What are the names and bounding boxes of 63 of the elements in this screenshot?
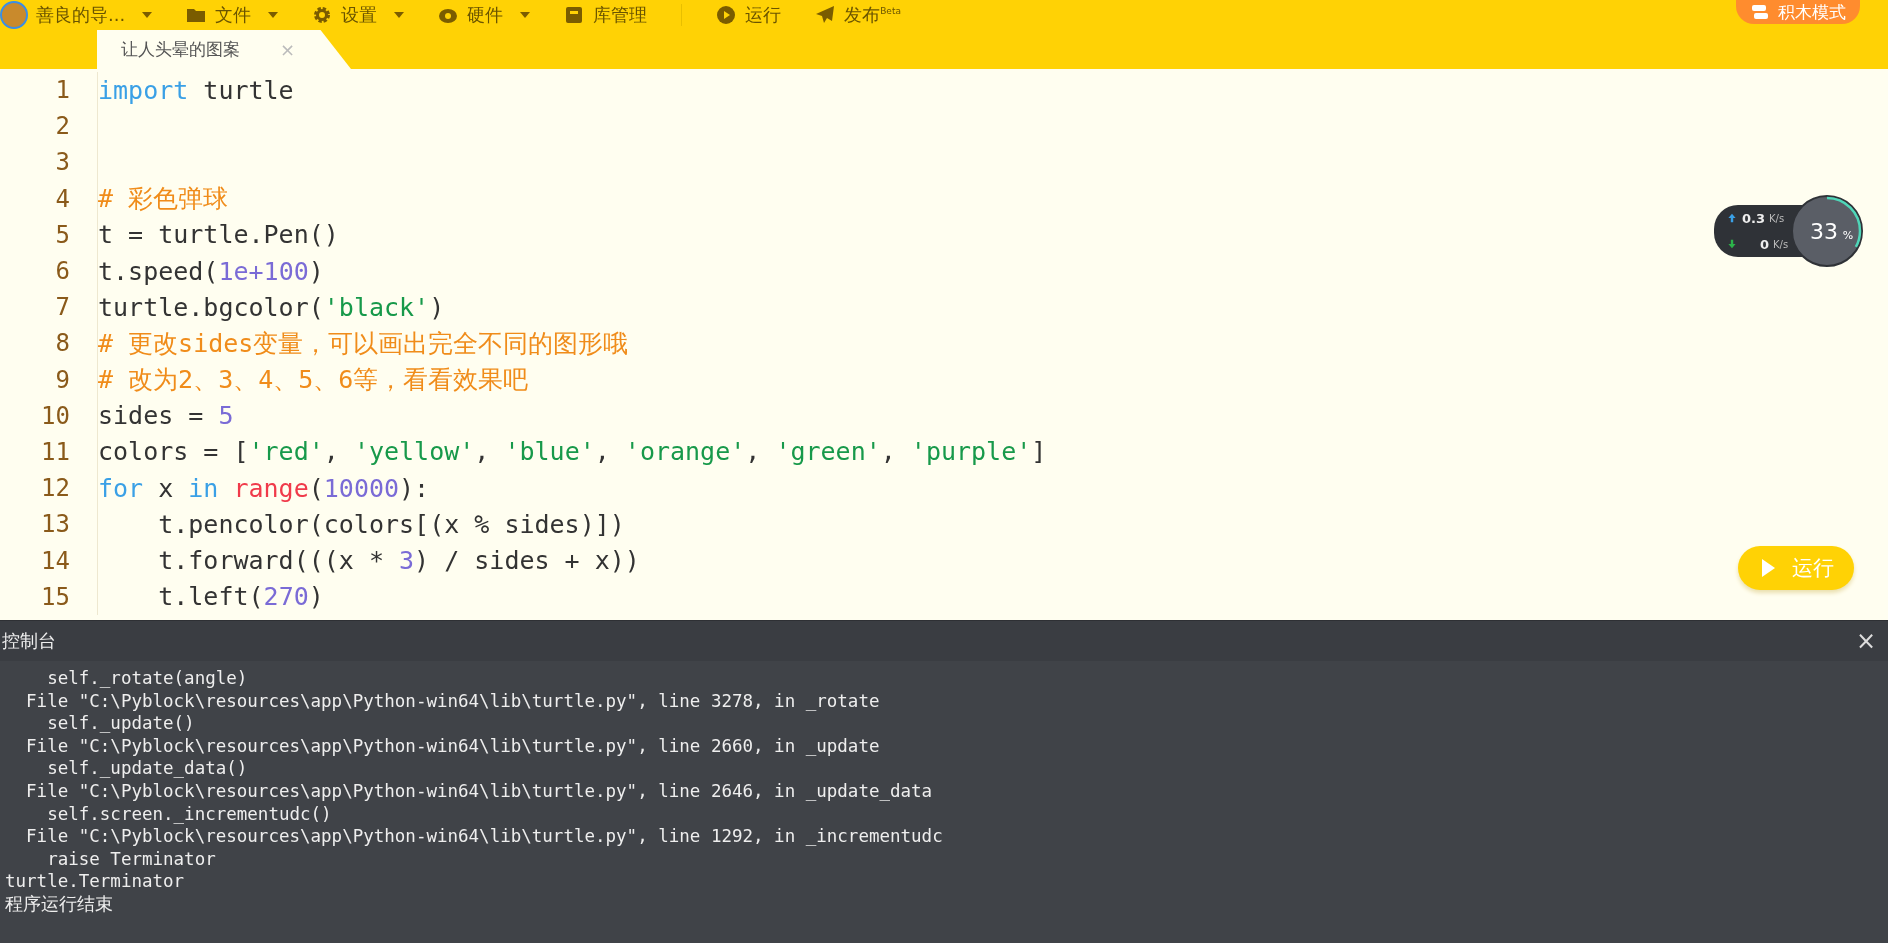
console-line: File "C:\Pyblock\resources\app\Python-win64\lib\turtle.py", line 3278, in _rotate (25, 689, 881, 713)
console-line: self.screen._incrementudc() (46, 802, 333, 826)
menu-item[interactable]: 运行 (716, 3, 782, 27)
tab-label[interactable]: 让人头晕的图案 (121, 38, 240, 61)
gear-icon (312, 5, 333, 25)
menu-item[interactable]: 库管理 (564, 3, 648, 27)
console-title: 控制台 (2, 629, 56, 653)
line-number: 1 (54, 76, 71, 105)
line-number: 6 (54, 257, 71, 286)
line-number: 4 (54, 184, 71, 213)
menu-item[interactable]: 发布$^{Beta}$ (815, 3, 901, 27)
code-line: import turtle (97, 72, 294, 109)
line-number: 5 (54, 220, 71, 249)
line-number: 15 (40, 582, 71, 611)
line-number: 7 (54, 293, 71, 322)
console-line: File "C:\Pyblock\resources\app\Python-win64\lib\turtle.py", line 2660, in _update (25, 734, 881, 758)
line-number: 2 (54, 112, 71, 141)
menu-item[interactable]: 硬件 (438, 3, 531, 27)
speed-unit: K/s (1769, 212, 1785, 224)
code-line: for x in range(10000): (97, 470, 430, 507)
speed-unit: K/s (1773, 238, 1789, 250)
download-speed: 0 (1760, 236, 1770, 252)
upload-speed: 0.3 (1742, 210, 1766, 226)
box-icon (564, 5, 585, 25)
project-menu[interactable]: 善良的导... (36, 3, 153, 27)
code-line: t.pencolor(colors[(x % sides)]) (97, 506, 625, 543)
blocks-icon (1750, 2, 1770, 22)
menu-item[interactable]: 设置 (312, 3, 405, 27)
line-number: 12 (40, 474, 71, 503)
code-line: t.speed(1e+100) (97, 252, 324, 290)
console-line: self._rotate(angle) (46, 667, 249, 690)
file-tab[interactable]: 让人头晕的图案 × (97, 30, 351, 69)
line-number: 14 (40, 546, 71, 575)
code-line: # 彩色弹球 (97, 180, 229, 217)
console-line: self._update() (46, 712, 196, 735)
line-number: 11 (40, 437, 71, 466)
avatar (0, 1, 28, 29)
line-number: 8 (54, 329, 71, 358)
percent-unit: % (1842, 229, 1854, 242)
code-line: # 更改sides变量，可以画出完全不同的图形哦 (97, 325, 629, 362)
code-line: t = turtle.Pen() (97, 216, 339, 253)
close-button[interactable]: × (1855, 627, 1876, 655)
menu-item[interactable]: 文件 (186, 3, 279, 27)
play-icon (716, 5, 737, 25)
line-number: 13 (40, 510, 71, 539)
console-line: self._update_data() (46, 757, 249, 780)
paper-plane-icon (815, 5, 836, 25)
console-line: 程序运行结束 (5, 892, 114, 916)
code-line: t.forward(((x * 3) / sides + x)) (97, 542, 640, 579)
console-line: turtle.Terminator (5, 870, 186, 893)
line-number: 9 (54, 365, 71, 394)
console-line: File "C:\Pyblock\resources\app\Python-win64\lib\turtle.py", line 1292, in _incrementudc (25, 825, 944, 848)
code-line: colors = ['red', 'yellow', 'blue', 'orange', 'green', 'purple'] (97, 433, 1047, 471)
line-number: 3 (54, 148, 71, 177)
code-line: turtle.bgcolor('black') (97, 289, 445, 326)
console-line: File "C:\Pyblock\resources\app\Python-win64\lib\turtle.py", line 2646, in _update_data (25, 779, 934, 803)
usage-percent: 33 (1810, 219, 1838, 244)
code-line: t.left(270) (97, 578, 324, 615)
code-line: sides = 5 (97, 397, 234, 434)
line-number: 10 (40, 401, 71, 430)
code-line: # 改为2、3、4、5、6等，看看效果吧 (97, 361, 529, 398)
console-line: raise Terminator (46, 847, 217, 871)
caret-icon (142, 12, 153, 18)
